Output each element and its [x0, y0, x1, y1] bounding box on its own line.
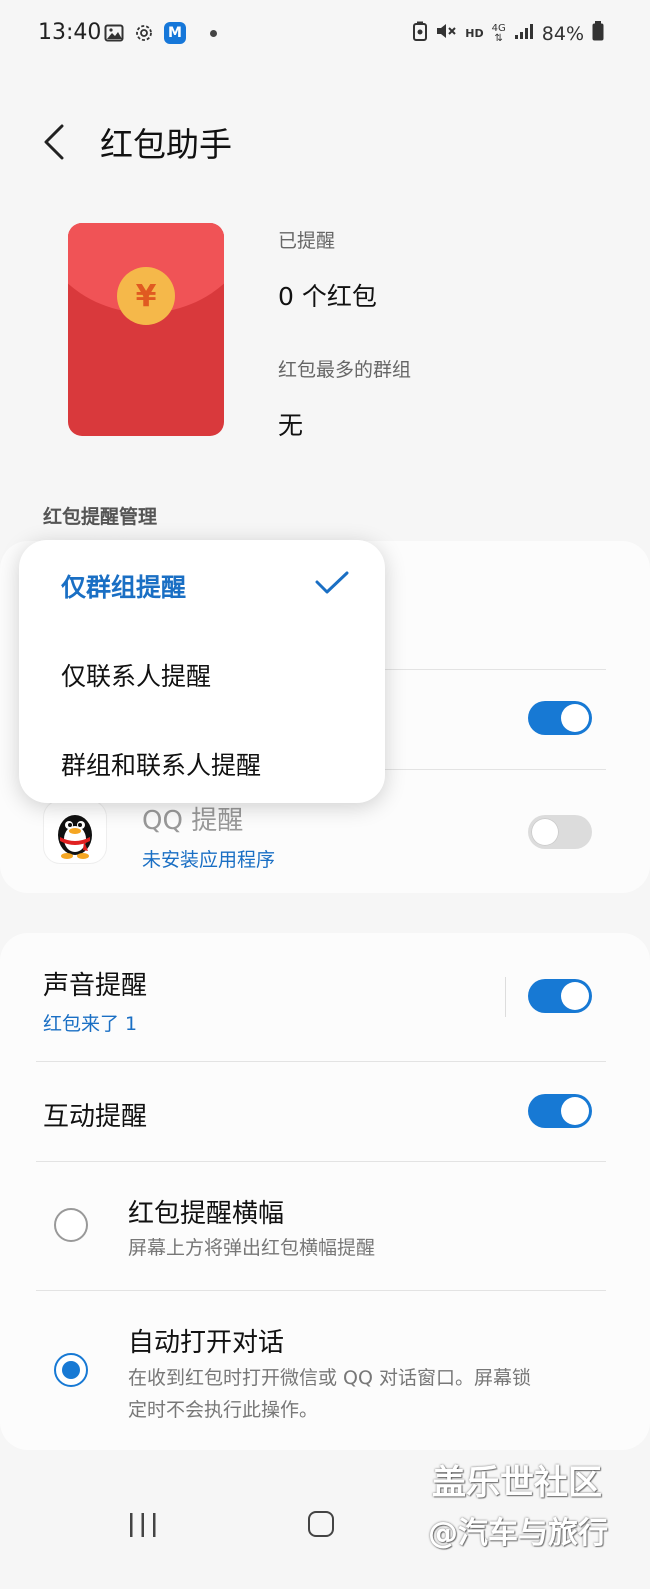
yuan-coin-icon: ¥ [117, 267, 175, 325]
more-notifications-dot-icon [210, 29, 217, 37]
qq-reminder-title: QQ 提醒 [142, 806, 244, 836]
vertical-separator [505, 977, 506, 1017]
hd-voice-indicator: HD [465, 27, 484, 40]
battery-saver-icon [413, 21, 428, 46]
section-heading: 红包提醒管理 [43, 506, 158, 528]
battery-percent: 84% [541, 22, 584, 45]
sound-reminder-toggle[interactable] [528, 979, 592, 1013]
banner-reminder-title[interactable]: 红包提醒横幅 [128, 1193, 284, 1230]
top-group-value: 无 [278, 411, 304, 440]
mute-icon [435, 21, 457, 46]
menu-item-contacts-only[interactable]: 仅联系人提醒 [61, 657, 211, 693]
signal-icon [514, 22, 534, 45]
back-arrow-icon[interactable] [40, 122, 72, 162]
notification-icons: M [104, 22, 217, 44]
watermark-line1: 盖乐世社区 [432, 1463, 602, 1503]
watermark-line2: @汽车与旅行 [428, 1516, 608, 1551]
auto-open-title[interactable]: 自动打开对话 [128, 1322, 284, 1359]
divider [36, 1290, 606, 1291]
page-title: 红包助手 [100, 125, 232, 164]
divider [36, 1161, 606, 1162]
interactive-reminder-toggle[interactable] [528, 1094, 592, 1128]
sound-reminder-title[interactable]: 声音提醒 [43, 965, 147, 1002]
recent-apps-icon[interactable] [128, 1511, 158, 1539]
status-bar: 13:40 M HD 4G ⇅ 84% [0, 0, 650, 70]
interactive-reminder-title[interactable]: 互动提醒 [43, 1096, 147, 1133]
checkmark-icon [315, 570, 349, 596]
network-type-icon: 4G ⇅ [491, 22, 506, 44]
battery-icon [592, 21, 604, 46]
network-type-label: 4G [491, 22, 506, 34]
app-m-icon: M [164, 22, 186, 44]
reminded-label: 已提醒 [278, 230, 336, 252]
reminded-count: 0 个红包 [278, 282, 377, 311]
banner-radio[interactable] [54, 1208, 88, 1242]
home-button-icon[interactable] [308, 1511, 334, 1537]
auto-open-desc-line2: 定时不会执行此操作。 [128, 1399, 319, 1421]
status-time: 13:40 [38, 20, 102, 45]
qq-not-installed-label[interactable]: 未安装应用程序 [142, 845, 275, 872]
menu-item-groups-only[interactable]: 仅群组提醒 [61, 568, 186, 604]
system-status-icons: HD 4G ⇅ 84% [413, 21, 604, 46]
gallery-icon [104, 23, 124, 43]
top-group-label: 红包最多的群组 [278, 359, 412, 381]
settings-gear-icon [134, 23, 154, 43]
divider [36, 1061, 606, 1062]
sound-reminder-subtitle[interactable]: 红包来了 1 [43, 1009, 137, 1036]
auto-open-desc-line1: 在收到红包时打开微信或 QQ 对话窗口。屏幕锁 [128, 1367, 531, 1389]
menu-item-groups-and-contacts[interactable]: 群组和联系人提醒 [61, 746, 261, 782]
qq-reminder-toggle[interactable] [528, 815, 592, 849]
wechat-reminder-toggle[interactable] [528, 701, 592, 735]
qq-penguin-icon [44, 801, 106, 863]
banner-reminder-desc: 屏幕上方将弹出红包横幅提醒 [128, 1237, 376, 1259]
reminder-scope-menu: 仅群组提醒 仅联系人提醒 群组和联系人提醒 [19, 540, 385, 803]
red-envelope-icon: ¥ [68, 223, 224, 436]
auto-open-radio[interactable] [54, 1353, 88, 1387]
